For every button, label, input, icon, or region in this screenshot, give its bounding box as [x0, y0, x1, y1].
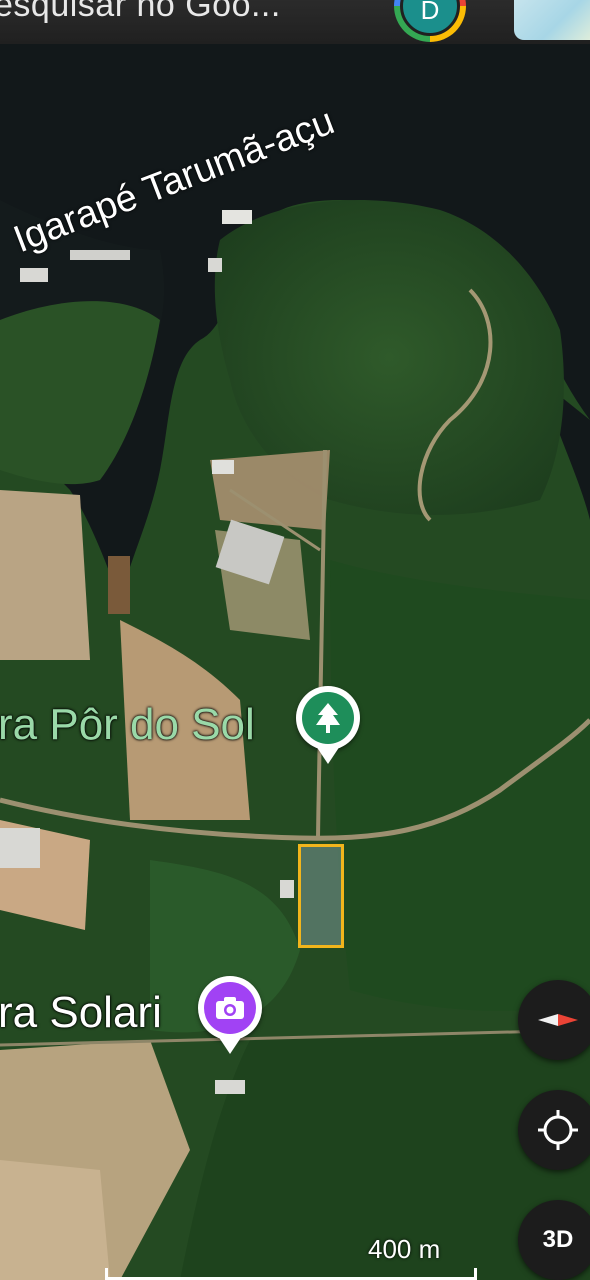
- map-layers-button[interactable]: [514, 0, 590, 40]
- compass-button[interactable]: [518, 980, 590, 1060]
- my-location-icon: [538, 1110, 578, 1150]
- 3d-label: 3D: [542, 1226, 574, 1253]
- place-pin-solari[interactable]: [198, 976, 262, 1054]
- tree-icon: [316, 703, 340, 733]
- search-input[interactable]: esquisar no Goo...: [0, 0, 281, 25]
- 3d-toggle-button[interactable]: 3D: [518, 1200, 590, 1280]
- camera-icon: [216, 997, 244, 1019]
- search-bar[interactable]: esquisar no Goo...: [0, 0, 590, 44]
- compass-icon: [538, 1014, 578, 1026]
- my-location-button[interactable]: [518, 1090, 590, 1170]
- place-pin-por-do-sol[interactable]: [296, 686, 360, 764]
- place-label-por-do-sol[interactable]: ra Pôr do Sol: [0, 700, 255, 750]
- selected-parcel-outline[interactable]: [298, 844, 344, 948]
- scale-label: 400 m: [368, 1234, 441, 1264]
- scale-bar: [105, 1268, 477, 1280]
- place-label-solari[interactable]: ra Solari: [0, 988, 162, 1038]
